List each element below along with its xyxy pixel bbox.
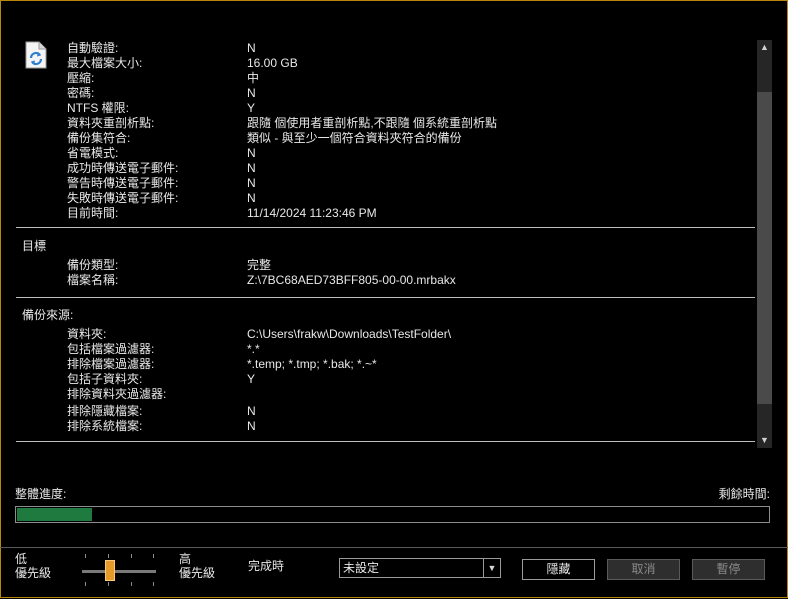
summary-key: NTFS 權限: xyxy=(67,101,129,115)
on-completion-label: 完成時 xyxy=(248,559,285,573)
target-value: Z:\7BC68AED73BFF805-00-00.mrbakx xyxy=(247,273,456,287)
source-value: N xyxy=(247,419,256,433)
target-key: 檔案名稱: xyxy=(67,273,119,287)
low-priority-label-line2: 優先級 xyxy=(15,566,52,580)
hide-button[interactable]: 隱藏 xyxy=(522,559,595,580)
slider-tick xyxy=(108,582,109,586)
summary-value: N xyxy=(247,191,256,205)
summary-value: 中 xyxy=(247,71,260,85)
source-key: 排除系統檔案: xyxy=(67,419,143,433)
summary-value: Y xyxy=(247,101,256,115)
on-completion-selected-value: 未設定 xyxy=(343,561,380,575)
summary-value: 跟隨 個使用者重剖析點,不跟隨 個系統重剖析點 xyxy=(247,116,498,130)
summary-key: 成功時傳送電子郵件: xyxy=(67,161,179,175)
summary-key: 自動驗證: xyxy=(67,41,119,55)
source-key: 排除資料夾過濾器: xyxy=(67,387,167,401)
summary-key: 警告時傳送電子郵件: xyxy=(67,176,179,190)
slider-tick xyxy=(131,554,132,558)
source-value: C:\Users\frakw\Downloads\TestFolder\ xyxy=(247,327,452,341)
high-priority-label: 高 xyxy=(179,552,192,566)
priority-slider[interactable] xyxy=(79,552,157,588)
slider-tick xyxy=(153,554,154,558)
summary-key: 備份集符合: xyxy=(67,131,131,145)
slider-tick xyxy=(85,582,86,586)
summary-key: 密碼: xyxy=(67,86,95,100)
section-divider xyxy=(16,441,755,442)
source-key: 排除隱藏檔案: xyxy=(67,404,143,418)
slider-tick xyxy=(131,582,132,586)
backup-log-pane: 自動驗證: N 最大檔案大小: 16.00 GB 壓縮: 中 密碼: N NTFS 權限… xyxy=(16,38,755,446)
source-key: 排除檔案過濾器: xyxy=(67,357,155,371)
log-scrollbar[interactable]: ▲ ▼ xyxy=(757,40,772,448)
slider-tick xyxy=(85,554,86,558)
slider-tick xyxy=(108,554,109,558)
summary-value: N xyxy=(247,146,256,160)
high-priority-label-line2: 優先級 xyxy=(179,566,216,580)
slider-thumb[interactable] xyxy=(105,560,115,581)
on-completion-dropdown[interactable]: 未設定 ▼ xyxy=(339,558,501,578)
summary-key: 目前時間: xyxy=(67,206,119,220)
overall-progress-label: 整體進度: xyxy=(15,487,67,501)
summary-value: N xyxy=(247,161,256,175)
summary-key: 最大檔案大小: xyxy=(67,56,143,70)
summary-key: 失敗時傳送電子郵件: xyxy=(67,191,179,205)
chevron-down-icon[interactable]: ▼ xyxy=(483,559,500,577)
source-key: 包括檔案過濾器: xyxy=(67,342,155,356)
summary-value: N xyxy=(247,86,256,100)
scroll-down-arrow-icon[interactable]: ▼ xyxy=(757,433,772,448)
source-value: *.* xyxy=(247,342,260,356)
progress-bar-fill xyxy=(17,508,92,521)
source-key: 資料夾: xyxy=(67,327,107,341)
cancel-button[interactable]: 取消 xyxy=(607,559,680,580)
target-section-title: 目標 xyxy=(22,239,47,253)
overall-progress-bar xyxy=(15,506,770,523)
remaining-time-label: 剩餘時間: xyxy=(718,487,770,501)
backup-document-icon xyxy=(25,41,47,69)
source-key: 包括子資料夾: xyxy=(67,372,143,386)
summary-value: N xyxy=(247,176,256,190)
target-key: 備份類型: xyxy=(67,258,119,272)
target-value: 完整 xyxy=(247,258,272,272)
pause-button[interactable]: 暫停 xyxy=(692,559,765,580)
section-divider xyxy=(16,297,755,298)
source-section-title: 備份來源: xyxy=(22,308,74,322)
scroll-up-arrow-icon[interactable]: ▲ xyxy=(757,40,772,55)
summary-key: 壓縮: xyxy=(67,71,95,85)
source-value: N xyxy=(247,404,256,418)
source-value: Y xyxy=(247,372,256,386)
summary-key: 省電模式: xyxy=(67,146,119,160)
summary-value: 11/14/2024 11:23:46 PM xyxy=(247,206,377,220)
slider-track xyxy=(82,570,156,573)
summary-value: N xyxy=(247,41,256,55)
summary-value: 類似 - 與至少一個符合資料夾符合的備份 xyxy=(247,131,462,145)
scrollbar-thumb[interactable] xyxy=(757,92,772,404)
summary-key: 資料夾重剖析點: xyxy=(67,116,155,130)
source-value: *.temp; *.tmp; *.bak; *.~* xyxy=(247,357,377,371)
slider-tick xyxy=(153,582,154,586)
summary-value: 16.00 GB xyxy=(247,56,298,70)
section-divider xyxy=(16,227,755,228)
low-priority-label: 低 xyxy=(15,552,28,566)
